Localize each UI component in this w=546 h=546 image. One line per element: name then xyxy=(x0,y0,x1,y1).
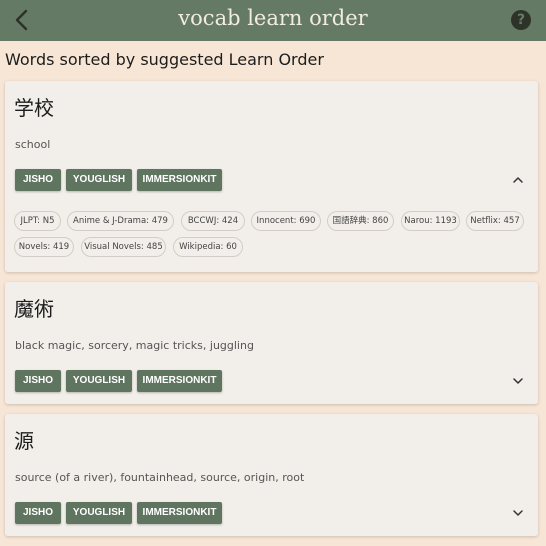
jisho-button[interactable]: JISHO xyxy=(15,502,61,524)
jisho-button[interactable]: JISHO xyxy=(15,169,61,191)
immersionkit-button[interactable]: IMMERSIONKIT xyxy=(137,502,222,524)
frequency-chip: Netflix: 457 xyxy=(466,211,524,231)
frequency-chip: Visual Novels: 485 xyxy=(81,237,166,257)
word-card: 魔術 black magic, sorcery, magic tricks, j… xyxy=(5,282,538,404)
frequency-chip: Novels: 419 xyxy=(14,237,74,257)
immersionkit-button[interactable]: IMMERSIONKIT xyxy=(137,370,222,392)
word-text: 源 xyxy=(14,429,34,453)
frequency-chip: Narou: 1193 xyxy=(401,211,460,231)
immersionkit-button[interactable]: IMMERSIONKIT xyxy=(137,169,222,191)
frequency-chip: Wikipedia: 60 xyxy=(173,237,243,257)
youglish-button[interactable]: YOUGLISH xyxy=(66,502,132,524)
word-card: 源 source (of a river), fountainhead, sou… xyxy=(5,414,538,536)
chevron-down-icon[interactable] xyxy=(511,374,525,388)
frequency-chip: Anime & J-Drama: 479 xyxy=(67,211,174,231)
page-heading: Words sorted by suggested Learn Order xyxy=(5,50,324,69)
help-icon[interactable]: ? xyxy=(511,10,531,30)
app-bar: vocab learn order ? xyxy=(0,0,546,41)
youglish-button[interactable]: YOUGLISH xyxy=(66,370,132,392)
chevron-up-icon[interactable] xyxy=(511,173,525,187)
youglish-button[interactable]: YOUGLISH xyxy=(66,169,132,191)
word-meaning: black magic, sorcery, magic tricks, jugg… xyxy=(15,339,254,352)
word-card: 学校 school JISHO YOUGLISH IMMERSIONKIT JL… xyxy=(5,81,538,272)
word-text: 魔術 xyxy=(14,297,54,321)
word-meaning: school xyxy=(15,138,51,151)
frequency-chip: Innocent: 690 xyxy=(251,211,321,231)
word-meaning: source (of a river), fountainhead, sourc… xyxy=(15,471,305,484)
word-text: 学校 xyxy=(14,96,54,120)
app-title: vocab learn order xyxy=(178,6,368,30)
frequency-chip: 国語辞典: 860 xyxy=(327,211,394,231)
frequency-chip: JLPT: N5 xyxy=(14,211,61,231)
frequency-chip: BCCWJ: 424 xyxy=(181,211,245,231)
jisho-button[interactable]: JISHO xyxy=(15,370,61,392)
chevron-down-icon[interactable] xyxy=(511,506,525,520)
